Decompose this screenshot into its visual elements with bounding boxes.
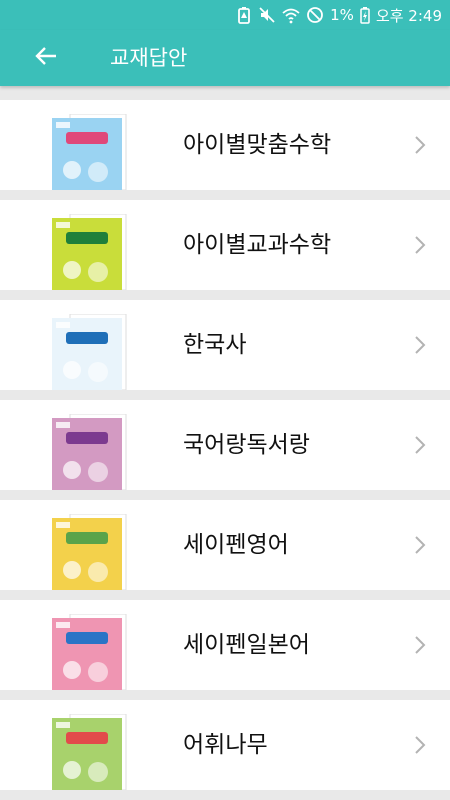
- book-cover-image: [52, 213, 128, 291]
- app-bar: 교재답안: [0, 30, 450, 86]
- book-cover-image: [52, 513, 128, 591]
- chevron-right-icon: [414, 235, 426, 255]
- status-bar: 1% 오후 2:49: [0, 0, 450, 30]
- list-item-label: 아이별교과수학: [183, 232, 332, 258]
- arrow-left-icon: [35, 46, 57, 70]
- list-item[interactable]: 한국사: [0, 300, 450, 391]
- list-item-label: 아이별맞춤수학: [183, 132, 332, 158]
- book-cover-image: [52, 413, 128, 491]
- list-item[interactable]: 어휘나무: [0, 700, 450, 791]
- wifi-icon: [282, 6, 300, 24]
- list-item-label: 국어랑독서랑: [183, 432, 310, 458]
- page-title: 교재답안: [110, 46, 188, 70]
- list-item-label: 세이펜영어: [183, 532, 289, 558]
- chevron-right-icon: [414, 335, 426, 355]
- chevron-right-icon: [414, 435, 426, 455]
- list-item-label: 어휘나무: [183, 732, 268, 758]
- list-item-label: 세이펜일본어: [183, 632, 310, 658]
- chevron-right-icon: [414, 135, 426, 155]
- list-item[interactable]: 아이별맞춤수학: [0, 100, 450, 191]
- back-button[interactable]: [26, 38, 66, 78]
- book-cover-image: [52, 713, 128, 791]
- chevron-right-icon: [414, 735, 426, 755]
- chevron-right-icon: [414, 635, 426, 655]
- chevron-right-icon: [414, 535, 426, 555]
- list-item[interactable]: 국어랑독서랑: [0, 400, 450, 491]
- clock: 오후 2:49: [375, 6, 442, 25]
- list-item[interactable]: 세이펜일본어: [0, 600, 450, 691]
- battery-percent: 1%: [330, 6, 354, 24]
- list-item[interactable]: 세이펜영어: [0, 500, 450, 591]
- textbook-list: 아이별맞춤수학 아이별교과수학 한국사 국어랑독서랑 세이펜영어 세이펜일본어 …: [0, 100, 450, 800]
- book-cover-image: [52, 313, 128, 391]
- save-mode-icon: [236, 6, 252, 24]
- do-not-disturb-icon: [306, 6, 324, 24]
- list-item-label: 한국사: [183, 332, 247, 358]
- battery-charging-icon: [360, 6, 370, 24]
- book-cover-image: [52, 613, 128, 691]
- status-icons: 1% 오후 2:49: [236, 5, 442, 25]
- book-cover-image: [52, 113, 128, 191]
- mute-icon: [258, 6, 276, 24]
- list-item[interactable]: 아이별교과수학: [0, 200, 450, 291]
